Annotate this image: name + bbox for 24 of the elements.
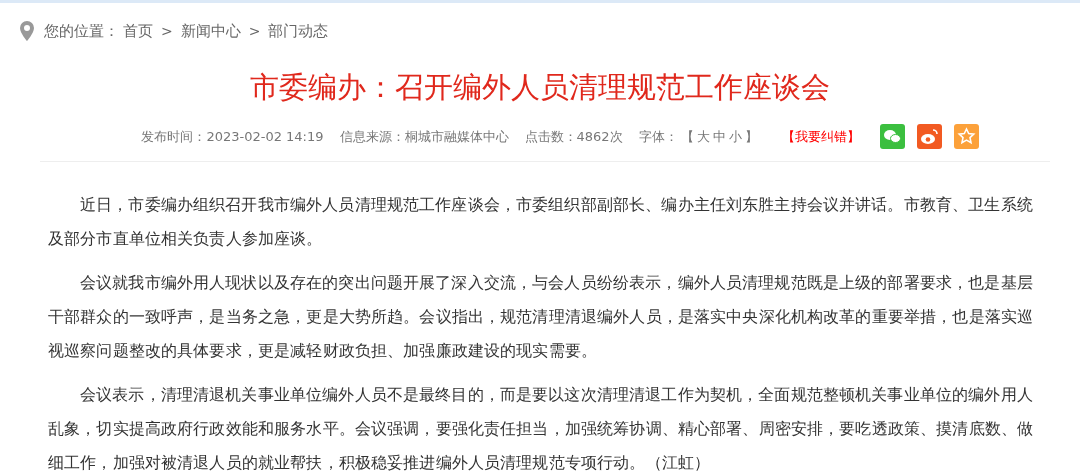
font-size-link[interactable]: 中 — [712, 127, 726, 146]
weibo-share-icon[interactable] — [916, 124, 942, 149]
info-source: 信息来源：桐城市融媒体中心 — [339, 127, 509, 146]
breadcrumb-link[interactable]: 首页 — [123, 21, 153, 41]
star-favorite-icon[interactable] — [953, 124, 979, 149]
breadcrumb-label: 您的位置： — [44, 21, 119, 41]
breadcrumb-link[interactable]: 部门动态 — [268, 21, 329, 41]
font-size-link[interactable]: 大 — [696, 127, 710, 146]
publish-time: 发布时间：2023-02-02 14:19 — [141, 127, 324, 146]
font-size-label: 字体： — [638, 127, 678, 146]
report-error-link[interactable]: 【我要纠错】 — [781, 127, 860, 146]
location-pin-icon — [20, 21, 34, 41]
wechat-share-icon[interactable] — [879, 124, 905, 149]
bracket: 【 — [680, 127, 694, 146]
article-paragraph: 近日，市委编办组织召开我市编外人员清理规范工作座谈会，市委组织部副部长、编办主任刘东胜主持会议并讲话。市教育、卫生系统及部分市直单位相关负责人参加座谈。 — [48, 194, 1034, 250]
font-size-link[interactable]: 小 — [728, 127, 742, 146]
click-count: 点击数：4862次 — [524, 127, 623, 146]
article-paragraph: 会议就我市编外用人现状以及存在的突出问题开展了深入交流，与会人员纷纷表示，编外人员清理规范既是上级的部署要求，也是基层干部群众的一致呼声，是当务之急，更是大势所趋。会议指出，规范清理清退编外人员，是落实中央深化机构改革的重要举措，也是落实巡视巡察问题整改的具体要求，更是减轻财政负担、加强廉政建设的现实需要。 — [48, 272, 1035, 362]
article-paragraph: 会议表示，清理清退机关事业单位编外人员不是最终目的，而是要以这次清理清退工作为契机，全面规范整顿机关事业单位的编外用人乱象，切实提高政府行政效能和服务水平。会议强调，要强化责任担当，加强统筹协调、精心部署、周密安排，要吃透政策、摸清底数、做细工作，加强对被清退人员的就业帮扶，积极稳妥推进编外人员清理规范专项行动。（江虹） — [48, 384, 1035, 473]
breadcrumb-link[interactable]: 新闻中心 — [180, 21, 241, 41]
breadcrumb-separator: > — [248, 23, 261, 39]
article-title: 市委编办：召开编外人员清理规范工作座谈会 — [249, 69, 831, 106]
bracket: 】 — [744, 127, 758, 146]
breadcrumb-separator: > — [161, 23, 173, 39]
